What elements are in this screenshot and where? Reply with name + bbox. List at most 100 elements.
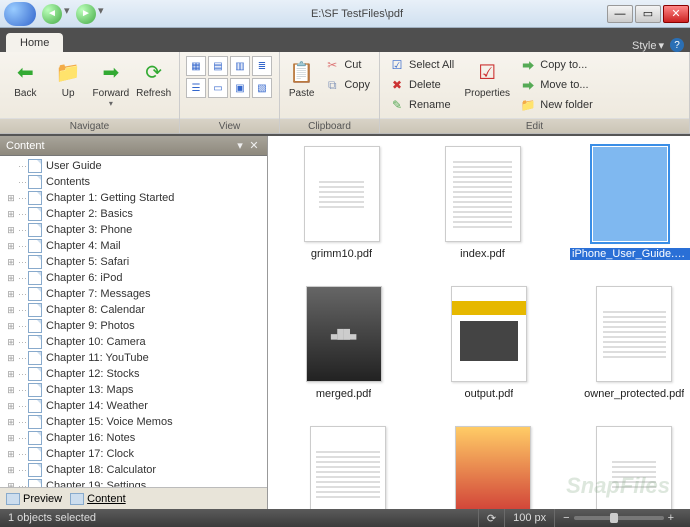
help-button[interactable]: ?	[670, 38, 684, 52]
expand-icon[interactable]: ⊞	[4, 305, 18, 316]
expand-icon[interactable]: ⊞	[4, 385, 18, 396]
tree-item[interactable]: ⊞···Chapter 11: YouTube	[0, 350, 267, 366]
expand-icon[interactable]: ⊞	[4, 417, 18, 428]
expand-icon[interactable]: ⊞	[4, 369, 18, 380]
minimize-button[interactable]: —	[607, 5, 633, 23]
expand-icon[interactable]: ⊞	[4, 225, 18, 236]
file-item[interactable]: ▄██▄merged.pdf	[288, 286, 399, 400]
view-medium-icons[interactable]: ▤	[208, 56, 228, 76]
sidebar-tab-content[interactable]: Content	[70, 493, 126, 505]
file-item[interactable]: iPhone_User_Guide.pdf	[570, 146, 690, 260]
tree-item[interactable]: ⊞···Chapter 8: Calendar	[0, 302, 267, 318]
file-thumbnail	[310, 426, 386, 509]
status-refresh[interactable]: ⟳	[478, 509, 504, 527]
cut-button[interactable]: ✂Cut	[321, 56, 373, 74]
rename-button[interactable]: ✎Rename	[386, 96, 457, 114]
sidebar-tab-preview[interactable]: Preview	[6, 493, 62, 505]
history-back-button[interactable]: ◄	[42, 4, 62, 24]
expand-icon[interactable]: ⊞	[4, 465, 18, 476]
file-grid[interactable]: grimm10.pdf index.pdf iPhone_User_Guide.pd…	[268, 136, 690, 509]
file-item[interactable]: owner_protected_NoRes...	[288, 426, 408, 509]
history-forward-button[interactable]: ►	[76, 4, 96, 24]
content-area: Content ▾ ✕ ···User Guide···Contents⊞···…	[0, 134, 690, 509]
view-small-icons[interactable]: ▥	[230, 56, 250, 76]
zoom-out-icon[interactable]: −	[563, 512, 569, 524]
file-item[interactable]: photos.pdf	[442, 426, 544, 509]
slider-track[interactable]	[574, 516, 664, 520]
tree-item[interactable]: ⊞···Chapter 3: Phone	[0, 222, 267, 238]
expand-icon[interactable]: ⊞	[4, 353, 18, 364]
expand-icon[interactable]: ⊞	[4, 449, 18, 460]
tree-item-label: Chapter 15: Voice Memos	[46, 416, 173, 428]
view-tiles[interactable]: ▭	[208, 78, 228, 98]
tree-item[interactable]: ···Contents	[0, 174, 267, 190]
view-content[interactable]: ▣	[230, 78, 250, 98]
back-dropdown-icon[interactable]: ▾	[64, 4, 74, 24]
tree-item[interactable]: ⊞···Chapter 13: Maps	[0, 382, 267, 398]
new-folder-button[interactable]: 📁New folder	[517, 96, 596, 114]
expand-icon[interactable]: ⊞	[4, 321, 18, 332]
tree-item[interactable]: ⊞···Chapter 18: Calculator	[0, 462, 267, 478]
view-large-icons[interactable]: ▦	[186, 56, 206, 76]
tree-item[interactable]: ⊞···Chapter 15: Voice Memos	[0, 414, 267, 430]
tree-item[interactable]: ⊞···Chapter 14: Weather	[0, 398, 267, 414]
file-item[interactable]: output.pdf	[433, 286, 544, 400]
tree-item[interactable]: ⊞···Chapter 12: Stocks	[0, 366, 267, 382]
slider-knob[interactable]	[610, 513, 618, 523]
app-orb-icon[interactable]	[4, 2, 36, 26]
zoom-in-icon[interactable]: +	[668, 512, 674, 524]
expand-icon[interactable]: ⊞	[4, 193, 18, 204]
tree-item[interactable]: ⊞···Chapter 9: Photos	[0, 318, 267, 334]
select-all-button[interactable]: ☑Select All	[386, 56, 457, 74]
tree-item[interactable]: ⊞···Chapter 19: Settings	[0, 478, 267, 487]
copy-to-button[interactable]: ⮕Copy to...	[517, 56, 596, 74]
delete-button[interactable]: ✖Delete	[386, 76, 457, 94]
back-button[interactable]: ⬅Back	[6, 56, 45, 99]
close-button[interactable]: ✕	[663, 5, 689, 23]
copy-button[interactable]: ⧉Copy	[321, 76, 373, 94]
tree-item[interactable]: ⊞···Chapter 2: Basics	[0, 206, 267, 222]
tree-item[interactable]: ⊞···Chapter 10: Camera	[0, 334, 267, 350]
content-tree[interactable]: ···User Guide···Contents⊞···Chapter 1: G…	[0, 156, 267, 487]
file-item[interactable]: pride and prejudice.pdf	[578, 426, 690, 509]
expand-icon[interactable]: ⊞	[4, 337, 18, 348]
up-button[interactable]: 📁Up	[49, 56, 88, 99]
expand-icon[interactable]: ⊞	[4, 209, 18, 220]
forward-dropdown-icon[interactable]: ▾	[98, 4, 108, 24]
page-icon	[28, 431, 42, 445]
move-to-button[interactable]: ⮕Move to...	[517, 76, 596, 94]
tree-item[interactable]: ⊞···Chapter 16: Notes	[0, 430, 267, 446]
expand-icon[interactable]: ⊞	[4, 257, 18, 268]
expand-icon[interactable]: ⊞	[4, 433, 18, 444]
expand-icon[interactable]: ⊞	[4, 401, 18, 412]
properties-button[interactable]: ☑Properties	[461, 56, 513, 99]
expand-icon[interactable]: ⊞	[4, 241, 18, 252]
view-list[interactable]: ≣	[252, 56, 272, 76]
forward-button[interactable]: ➡Forward▾	[92, 56, 131, 108]
maximize-button[interactable]: ▭	[635, 5, 661, 23]
tree-item[interactable]: ⊞···Chapter 17: Clock	[0, 446, 267, 462]
tree-item[interactable]: ⊞···Chapter 1: Getting Started	[0, 190, 267, 206]
tree-item[interactable]: ···User Guide	[0, 158, 267, 174]
tree-item[interactable]: ⊞···Chapter 7: Messages	[0, 286, 267, 302]
paste-button[interactable]: 📋Paste	[286, 56, 317, 99]
expand-icon[interactable]: ⊞	[4, 289, 18, 300]
sidebar-dropdown-button[interactable]: ▾	[233, 139, 247, 152]
page-icon	[28, 207, 42, 221]
sidebar-close-button[interactable]: ✕	[247, 139, 261, 152]
expand-icon[interactable]: ⊞	[4, 273, 18, 284]
view-details[interactable]: ☰	[186, 78, 206, 98]
tab-home[interactable]: Home	[6, 33, 63, 52]
refresh-button[interactable]: ⟳Refresh	[134, 56, 173, 99]
page-icon	[28, 383, 42, 397]
tree-item[interactable]: ⊞···Chapter 6: iPod	[0, 270, 267, 286]
copy-icon: ⧉	[324, 77, 340, 93]
tree-item[interactable]: ⊞···Chapter 5: Safari	[0, 254, 267, 270]
file-item[interactable]: index.pdf	[429, 146, 536, 260]
view-thumbnails[interactable]: ▧	[252, 78, 272, 98]
tree-item[interactable]: ⊞···Chapter 4: Mail	[0, 238, 267, 254]
zoom-slider[interactable]: − +	[554, 509, 682, 527]
file-item[interactable]: grimm10.pdf	[288, 146, 395, 260]
file-item[interactable]: owner_protected.pdf	[579, 286, 690, 400]
style-menu[interactable]: Style▾	[632, 39, 664, 52]
